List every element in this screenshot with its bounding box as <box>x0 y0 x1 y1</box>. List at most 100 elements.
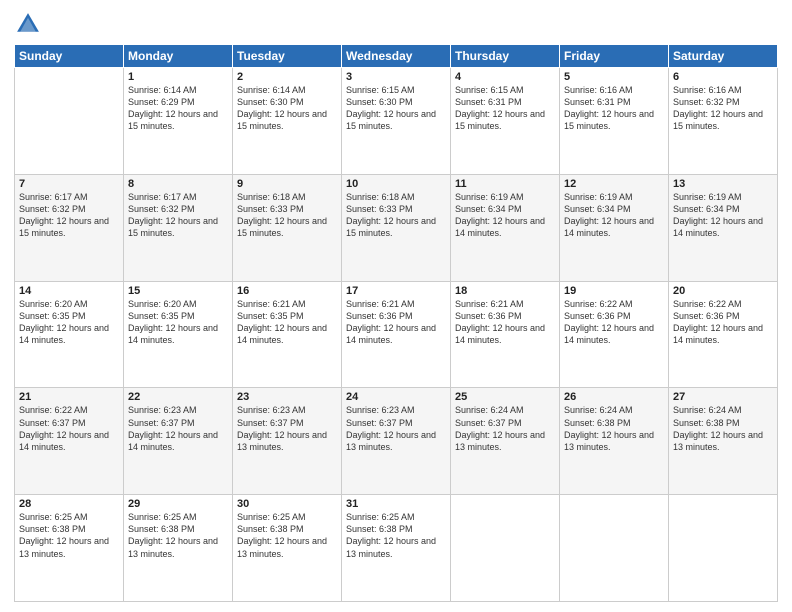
day-number: 25 <box>455 391 555 403</box>
logo <box>14 10 46 38</box>
weekday-header-tuesday: Tuesday <box>233 45 342 68</box>
day-cell: 27Sunrise: 6:24 AMSunset: 6:38 PMDayligh… <box>669 388 778 495</box>
day-info: Sunrise: 6:20 AMSunset: 6:35 PMDaylight:… <box>128 298 228 347</box>
day-cell: 31Sunrise: 6:25 AMSunset: 6:38 PMDayligh… <box>342 495 451 602</box>
day-cell: 7Sunrise: 6:17 AMSunset: 6:32 PMDaylight… <box>15 174 124 281</box>
day-number: 23 <box>237 391 337 403</box>
day-number: 20 <box>673 285 773 297</box>
day-cell: 25Sunrise: 6:24 AMSunset: 6:37 PMDayligh… <box>451 388 560 495</box>
day-cell: 20Sunrise: 6:22 AMSunset: 6:36 PMDayligh… <box>669 281 778 388</box>
day-info: Sunrise: 6:17 AMSunset: 6:32 PMDaylight:… <box>128 191 228 240</box>
day-number: 24 <box>346 391 446 403</box>
weekday-header-thursday: Thursday <box>451 45 560 68</box>
day-number: 1 <box>128 71 228 83</box>
day-cell <box>560 495 669 602</box>
day-info: Sunrise: 6:15 AMSunset: 6:30 PMDaylight:… <box>346 84 446 133</box>
day-number: 18 <box>455 285 555 297</box>
day-cell: 21Sunrise: 6:22 AMSunset: 6:37 PMDayligh… <box>15 388 124 495</box>
day-info: Sunrise: 6:19 AMSunset: 6:34 PMDaylight:… <box>455 191 555 240</box>
weekday-header-saturday: Saturday <box>669 45 778 68</box>
day-info: Sunrise: 6:14 AMSunset: 6:30 PMDaylight:… <box>237 84 337 133</box>
day-cell: 11Sunrise: 6:19 AMSunset: 6:34 PMDayligh… <box>451 174 560 281</box>
day-cell: 4Sunrise: 6:15 AMSunset: 6:31 PMDaylight… <box>451 68 560 175</box>
day-cell: 3Sunrise: 6:15 AMSunset: 6:30 PMDaylight… <box>342 68 451 175</box>
day-number: 29 <box>128 498 228 510</box>
week-row-3: 14Sunrise: 6:20 AMSunset: 6:35 PMDayligh… <box>15 281 778 388</box>
day-number: 8 <box>128 178 228 190</box>
day-cell: 17Sunrise: 6:21 AMSunset: 6:36 PMDayligh… <box>342 281 451 388</box>
day-info: Sunrise: 6:22 AMSunset: 6:36 PMDaylight:… <box>564 298 664 347</box>
day-info: Sunrise: 6:17 AMSunset: 6:32 PMDaylight:… <box>19 191 119 240</box>
day-number: 5 <box>564 71 664 83</box>
calendar-table: SundayMondayTuesdayWednesdayThursdayFrid… <box>14 44 778 602</box>
day-number: 9 <box>237 178 337 190</box>
day-info: Sunrise: 6:21 AMSunset: 6:35 PMDaylight:… <box>237 298 337 347</box>
day-cell: 14Sunrise: 6:20 AMSunset: 6:35 PMDayligh… <box>15 281 124 388</box>
day-info: Sunrise: 6:18 AMSunset: 6:33 PMDaylight:… <box>237 191 337 240</box>
day-cell: 26Sunrise: 6:24 AMSunset: 6:38 PMDayligh… <box>560 388 669 495</box>
day-info: Sunrise: 6:20 AMSunset: 6:35 PMDaylight:… <box>19 298 119 347</box>
day-info: Sunrise: 6:23 AMSunset: 6:37 PMDaylight:… <box>346 404 446 453</box>
weekday-header-friday: Friday <box>560 45 669 68</box>
day-info: Sunrise: 6:16 AMSunset: 6:31 PMDaylight:… <box>564 84 664 133</box>
day-cell: 9Sunrise: 6:18 AMSunset: 6:33 PMDaylight… <box>233 174 342 281</box>
day-number: 12 <box>564 178 664 190</box>
day-cell: 30Sunrise: 6:25 AMSunset: 6:38 PMDayligh… <box>233 495 342 602</box>
week-row-2: 7Sunrise: 6:17 AMSunset: 6:32 PMDaylight… <box>15 174 778 281</box>
day-number: 17 <box>346 285 446 297</box>
logo-icon <box>14 10 42 38</box>
day-cell <box>451 495 560 602</box>
day-info: Sunrise: 6:14 AMSunset: 6:29 PMDaylight:… <box>128 84 228 133</box>
day-cell: 29Sunrise: 6:25 AMSunset: 6:38 PMDayligh… <box>124 495 233 602</box>
day-info: Sunrise: 6:25 AMSunset: 6:38 PMDaylight:… <box>19 511 119 560</box>
day-number: 22 <box>128 391 228 403</box>
day-info: Sunrise: 6:15 AMSunset: 6:31 PMDaylight:… <box>455 84 555 133</box>
day-cell: 1Sunrise: 6:14 AMSunset: 6:29 PMDaylight… <box>124 68 233 175</box>
day-number: 6 <box>673 71 773 83</box>
day-number: 4 <box>455 71 555 83</box>
day-cell: 10Sunrise: 6:18 AMSunset: 6:33 PMDayligh… <box>342 174 451 281</box>
day-info: Sunrise: 6:18 AMSunset: 6:33 PMDaylight:… <box>346 191 446 240</box>
day-cell: 23Sunrise: 6:23 AMSunset: 6:37 PMDayligh… <box>233 388 342 495</box>
day-info: Sunrise: 6:21 AMSunset: 6:36 PMDaylight:… <box>455 298 555 347</box>
header <box>14 10 778 38</box>
day-number: 11 <box>455 178 555 190</box>
day-number: 2 <box>237 71 337 83</box>
day-info: Sunrise: 6:23 AMSunset: 6:37 PMDaylight:… <box>128 404 228 453</box>
day-cell: 2Sunrise: 6:14 AMSunset: 6:30 PMDaylight… <box>233 68 342 175</box>
day-number: 27 <box>673 391 773 403</box>
day-info: Sunrise: 6:25 AMSunset: 6:38 PMDaylight:… <box>128 511 228 560</box>
day-number: 31 <box>346 498 446 510</box>
day-number: 14 <box>19 285 119 297</box>
day-number: 7 <box>19 178 119 190</box>
day-number: 13 <box>673 178 773 190</box>
weekday-header-sunday: Sunday <box>15 45 124 68</box>
weekday-header-wednesday: Wednesday <box>342 45 451 68</box>
day-cell <box>669 495 778 602</box>
day-number: 26 <box>564 391 664 403</box>
day-cell: 19Sunrise: 6:22 AMSunset: 6:36 PMDayligh… <box>560 281 669 388</box>
day-info: Sunrise: 6:24 AMSunset: 6:37 PMDaylight:… <box>455 404 555 453</box>
day-cell: 8Sunrise: 6:17 AMSunset: 6:32 PMDaylight… <box>124 174 233 281</box>
day-cell: 24Sunrise: 6:23 AMSunset: 6:37 PMDayligh… <box>342 388 451 495</box>
day-number: 30 <box>237 498 337 510</box>
day-number: 16 <box>237 285 337 297</box>
day-info: Sunrise: 6:19 AMSunset: 6:34 PMDaylight:… <box>564 191 664 240</box>
day-cell: 15Sunrise: 6:20 AMSunset: 6:35 PMDayligh… <box>124 281 233 388</box>
day-info: Sunrise: 6:22 AMSunset: 6:37 PMDaylight:… <box>19 404 119 453</box>
day-number: 15 <box>128 285 228 297</box>
day-cell: 16Sunrise: 6:21 AMSunset: 6:35 PMDayligh… <box>233 281 342 388</box>
weekday-header-monday: Monday <box>124 45 233 68</box>
day-info: Sunrise: 6:19 AMSunset: 6:34 PMDaylight:… <box>673 191 773 240</box>
day-info: Sunrise: 6:16 AMSunset: 6:32 PMDaylight:… <box>673 84 773 133</box>
page: SundayMondayTuesdayWednesdayThursdayFrid… <box>0 0 792 612</box>
day-info: Sunrise: 6:23 AMSunset: 6:37 PMDaylight:… <box>237 404 337 453</box>
day-number: 28 <box>19 498 119 510</box>
day-info: Sunrise: 6:21 AMSunset: 6:36 PMDaylight:… <box>346 298 446 347</box>
day-info: Sunrise: 6:24 AMSunset: 6:38 PMDaylight:… <box>564 404 664 453</box>
day-info: Sunrise: 6:25 AMSunset: 6:38 PMDaylight:… <box>346 511 446 560</box>
day-number: 21 <box>19 391 119 403</box>
day-cell: 5Sunrise: 6:16 AMSunset: 6:31 PMDaylight… <box>560 68 669 175</box>
weekday-header-row: SundayMondayTuesdayWednesdayThursdayFrid… <box>15 45 778 68</box>
day-info: Sunrise: 6:24 AMSunset: 6:38 PMDaylight:… <box>673 404 773 453</box>
